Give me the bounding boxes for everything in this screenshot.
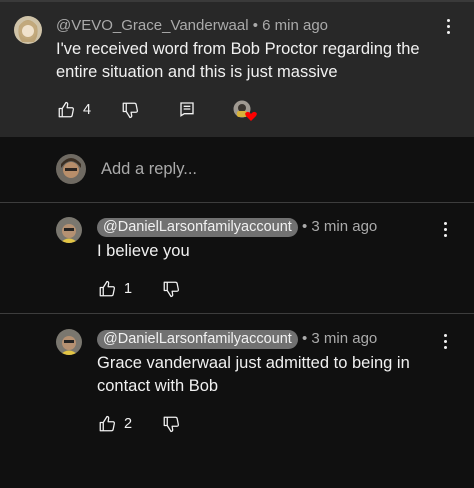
comment-text: Grace vanderwaal just admitted to being … <box>97 352 457 398</box>
comment-text-line: I believe you <box>97 242 190 260</box>
more-options-icon[interactable] <box>443 222 449 240</box>
more-options-icon[interactable] <box>446 19 452 37</box>
avatar-image <box>56 154 86 184</box>
dislike-icon <box>163 281 180 298</box>
divider <box>0 202 474 203</box>
dislike-icon <box>122 102 139 119</box>
comment-text: I've received word from Bob Proctor rega… <box>56 38 456 84</box>
reply-icon <box>180 102 194 117</box>
dislike-button[interactable] <box>162 415 180 433</box>
comment-text: I believe you <box>97 240 190 263</box>
dislike-button[interactable] <box>162 280 180 298</box>
more-options-icon[interactable] <box>443 334 449 352</box>
avatar-image <box>14 16 42 44</box>
comment-header: @DanielLarsonfamilyaccount • 3 min ago <box>97 330 377 349</box>
timestamp: • 6 min ago <box>248 17 329 34</box>
timestamp: • 3 min ago <box>297 218 378 235</box>
like-icon <box>58 101 75 118</box>
like-button[interactable]: 2 <box>98 415 132 433</box>
timestamp: • 3 min ago <box>297 330 378 347</box>
like-count: 2 <box>124 416 133 432</box>
author-handle[interactable]: @DanielLarsonfamilyaccount <box>97 218 298 237</box>
comment-text-line: Grace vanderwaal just admitted to being … <box>97 354 410 372</box>
reply-button[interactable] <box>179 101 195 117</box>
comment-header: @VEVO_Grace_Vanderwaal • 6 min ago <box>56 17 328 34</box>
avatar-image <box>56 329 82 355</box>
dislike-icon <box>163 416 180 433</box>
dislike-button[interactable] <box>121 101 139 119</box>
avatar[interactable] <box>56 329 82 355</box>
author-handle[interactable]: @VEVO_Grace_Vanderwaal <box>56 17 249 34</box>
parent-comment: @VEVO_Grace_Vanderwaal • 6 min ago I've … <box>0 0 474 137</box>
like-button[interactable]: 4 <box>57 101 91 119</box>
top-divider <box>0 0 474 2</box>
current-user-avatar <box>56 154 86 184</box>
add-reply-input[interactable]: Add a reply... <box>101 160 197 179</box>
like-count: 4 <box>83 102 92 118</box>
avatar[interactable] <box>14 16 42 44</box>
author-handle[interactable]: @DanielLarsonfamilyaccount <box>97 330 298 349</box>
like-button[interactable]: 1 <box>98 280 132 298</box>
creator-heart-icon <box>233 100 257 121</box>
avatar[interactable] <box>56 217 82 243</box>
like-icon <box>99 280 116 297</box>
comment-text-line: entire situation and this is just massiv… <box>56 63 338 81</box>
like-icon <box>99 415 116 432</box>
comment-text-line: I've received word from Bob Proctor rega… <box>56 40 420 58</box>
comment-text-line: contact with Bob <box>97 377 219 395</box>
like-count: 1 <box>124 281 133 297</box>
divider <box>0 313 474 314</box>
comment-header: @DanielLarsonfamilyaccount • 3 min ago <box>97 218 377 237</box>
avatar-image <box>56 217 82 243</box>
creator-heart <box>232 100 258 122</box>
